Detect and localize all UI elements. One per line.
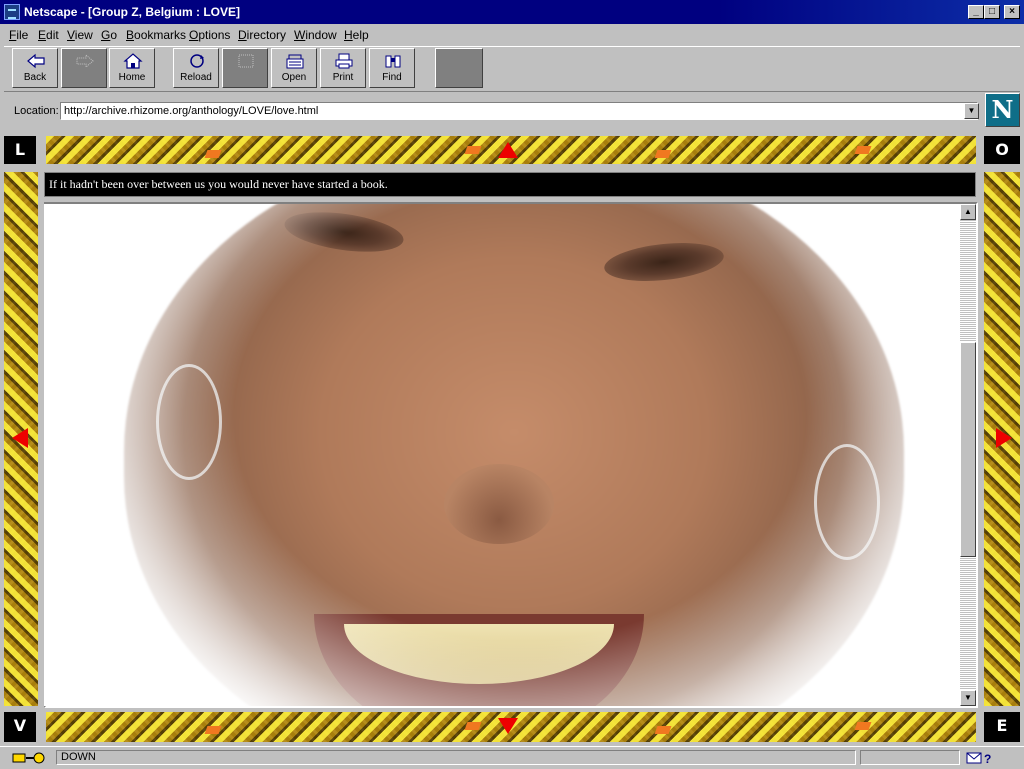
forward-arrow-icon: [76, 53, 94, 69]
title-bar: Netscape - [Group Z, Belgium : LOVE] _ □…: [0, 0, 1024, 24]
menu-window[interactable]: Window: [294, 28, 337, 42]
maximize-button[interactable]: □: [984, 5, 1000, 19]
print-button[interactable]: Print: [320, 48, 366, 88]
location-dropdown-button[interactable]: ▼: [964, 103, 979, 119]
bottom-gold-border: [46, 712, 976, 742]
close-button[interactable]: ×: [1004, 5, 1020, 19]
back-label: Back: [23, 72, 47, 83]
security-key-icon: [12, 752, 45, 764]
svg-text:?: ?: [984, 752, 991, 765]
window-title: Netscape - [Group Z, Belgium : LOVE]: [24, 5, 241, 19]
portrait-photo: [44, 204, 960, 706]
photo-vignette: [44, 204, 960, 706]
menu-file[interactable]: File: [9, 28, 28, 42]
menu-go[interactable]: Go: [101, 28, 117, 42]
open-label: Open: [281, 72, 307, 83]
back-button[interactable]: Back: [12, 48, 58, 88]
find-button[interactable]: Find: [369, 48, 415, 88]
nav-letter-bottom-right[interactable]: E: [984, 712, 1020, 742]
menu-view[interactable]: View: [67, 28, 93, 42]
location-label: Location:: [14, 105, 59, 117]
open-button[interactable]: Open: [271, 48, 317, 88]
menu-edit[interactable]: Edit: [38, 28, 59, 42]
home-label: Home: [118, 72, 146, 83]
status-progress: [860, 750, 960, 765]
reload-button[interactable]: Reload: [173, 48, 219, 88]
left-gold-border: [4, 172, 38, 706]
right-arrow-icon[interactable]: [996, 428, 1012, 448]
back-arrow-icon: [27, 53, 45, 69]
menu-options[interactable]: Options: [189, 28, 230, 42]
reload-icon: [190, 54, 204, 68]
mail-icon[interactable]: ?: [966, 751, 994, 765]
vertical-scrollbar[interactable]: ▲ ▼: [960, 204, 976, 706]
open-icon: [286, 54, 304, 69]
images-button[interactable]: [222, 48, 268, 88]
top-gold-border: [46, 136, 976, 164]
caption-text: If it hadn't been over between us you wo…: [44, 172, 976, 197]
forward-button[interactable]: [61, 48, 107, 88]
home-icon: [123, 53, 143, 69]
reload-label: Reload: [180, 72, 212, 83]
find-binoculars-icon: [385, 55, 401, 68]
toolbar: Back Home Reload Open Print Find: [4, 46, 1020, 92]
menu-bar: File Edit View Go Bookmarks Options Dire…: [0, 26, 1024, 44]
right-gold-border: [984, 172, 1020, 706]
location-input[interactable]: [60, 102, 978, 120]
nav-letter-bottom-left[interactable]: V: [4, 712, 36, 742]
netscape-logo[interactable]: N: [985, 93, 1020, 127]
down-arrow-icon[interactable]: [498, 718, 518, 734]
status-text: DOWN: [56, 750, 856, 765]
status-bar: DOWN ?: [0, 746, 1024, 769]
up-arrow-icon[interactable]: [498, 142, 518, 158]
scroll-up-button[interactable]: ▲: [960, 204, 976, 220]
images-icon: [238, 54, 254, 68]
home-button[interactable]: Home: [109, 48, 155, 88]
nav-letter-top-right[interactable]: O: [984, 136, 1020, 164]
nav-letter-top-left[interactable]: L: [4, 136, 36, 164]
find-label: Find: [382, 72, 402, 83]
netscape-app-icon[interactable]: [4, 4, 20, 20]
print-label: Print: [332, 72, 354, 83]
menu-directory[interactable]: Directory: [238, 28, 286, 42]
scroll-thumb[interactable]: [960, 342, 976, 557]
menu-bookmarks[interactable]: Bookmarks: [126, 28, 186, 42]
left-arrow-icon[interactable]: [12, 428, 28, 448]
printer-icon: [335, 53, 353, 69]
minimize-button[interactable]: _: [968, 5, 984, 19]
scroll-down-button[interactable]: ▼: [960, 690, 976, 706]
stop-button[interactable]: [435, 48, 483, 88]
menu-help[interactable]: Help: [344, 28, 369, 42]
